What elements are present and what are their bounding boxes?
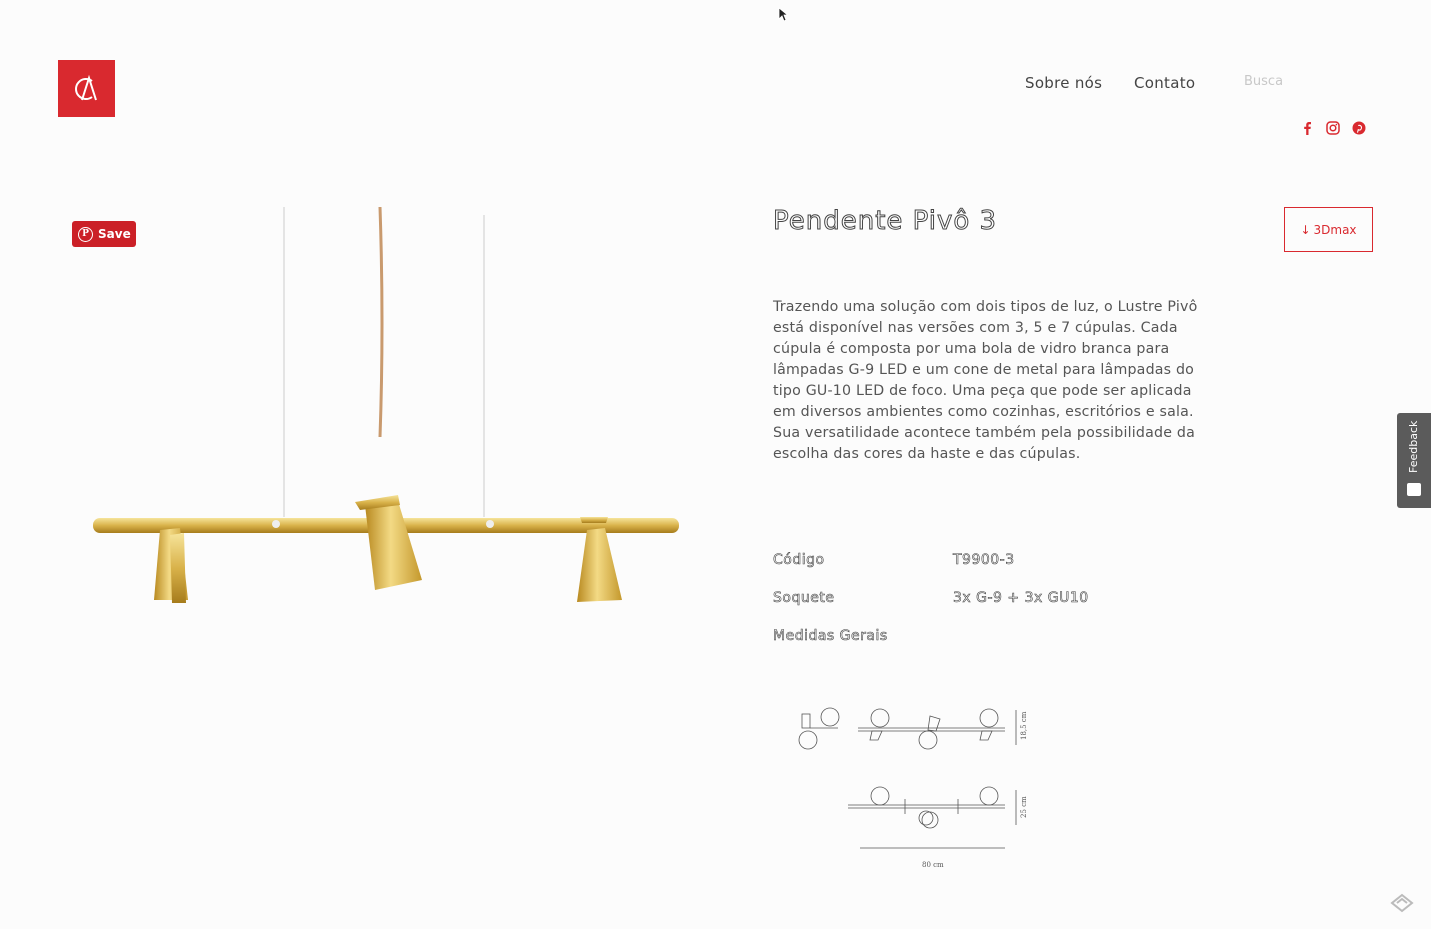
mouse-cursor-icon [778, 7, 788, 22]
instagram-icon[interactable] [1325, 120, 1341, 136]
spec-value: 3x G-9 + 3x GU10 [953, 590, 1089, 607]
download-label: 3Dmax [1313, 222, 1357, 237]
height-label-2: 25 cm [1020, 796, 1028, 818]
download-icon: ↓ [1300, 222, 1311, 237]
spec-value: T9900-3 [953, 552, 1015, 569]
dimensions-drawing: 18,5 cm 25 cm 80 cm [798, 707, 1028, 869]
height-label-1: 18,5 cm [1020, 711, 1028, 740]
feedback-tab[interactable]: Feedback [1397, 413, 1431, 508]
pinterest-icon[interactable] [1351, 120, 1367, 136]
product-image [93, 206, 679, 603]
width-label: 80 cm [922, 861, 944, 869]
main-nav: Sobre nós Contato [0, 74, 1431, 94]
widget-icon[interactable] [1390, 893, 1414, 913]
download-3dmax-button[interactable]: ↓ 3Dmax [1284, 207, 1373, 252]
chat-icon [1407, 483, 1421, 496]
spec-key: Código [773, 552, 825, 569]
product-description: Trazendo uma solução com dois tipos de l… [773, 299, 1198, 462]
search-input[interactable] [1244, 74, 1344, 89]
feedback-label: Feedback [1407, 420, 1420, 473]
social-links [1299, 120, 1367, 136]
nav-contact-link[interactable]: Contato [1134, 74, 1195, 92]
nav-about-link[interactable]: Sobre nós [1025, 74, 1102, 92]
product-title: Pendente Pivô 3 [772, 206, 998, 237]
spec-key: Medidas Gerais [773, 628, 888, 645]
facebook-icon[interactable] [1299, 120, 1315, 136]
spec-key: Soquete [773, 590, 835, 607]
